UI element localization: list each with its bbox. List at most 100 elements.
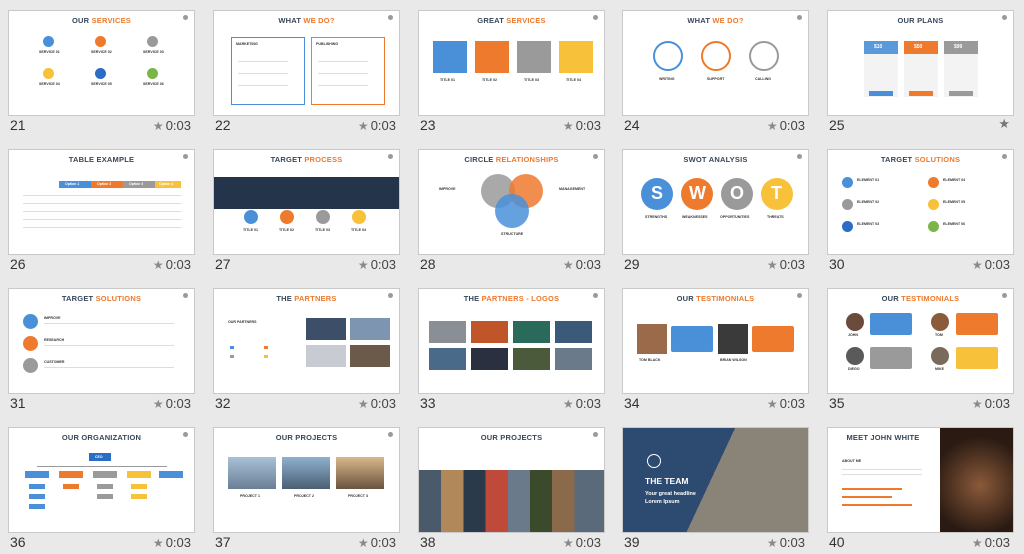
slide-36[interactable]: OUR ORGANIZATION CEO 36 ★ 0:03 bbox=[8, 427, 195, 553]
slide-thumbnail[interactable]: OUR PROJECTS PROJECT 1 PROJECT 2 PROJECT… bbox=[213, 427, 400, 533]
element-label: ELEMENT 06 bbox=[943, 222, 966, 226]
table-row bbox=[23, 203, 181, 204]
slide-thumbnail[interactable]: THE TEAM Your great headline Lorem Ipsum bbox=[622, 427, 809, 533]
slide-thumbnail[interactable]: THE PARTNERS - LOGOS bbox=[418, 288, 605, 394]
team-icon bbox=[647, 454, 661, 468]
slide-26[interactable]: TABLE EXAMPLE Option 1 Option 2 Option 3… bbox=[8, 149, 195, 275]
headline: Your great headline bbox=[645, 491, 696, 497]
slide-thumbnail[interactable]: THE PARTNERS OUR PARTNERS bbox=[213, 288, 400, 394]
slide-thumbnail[interactable]: TARGET SOLUTIONS ELEMENT 01 ELEMENT 02 E… bbox=[827, 149, 1014, 255]
slide-title: WHAT WE DO? bbox=[687, 16, 744, 25]
slide-marker-icon bbox=[183, 293, 188, 298]
text-line bbox=[44, 323, 174, 324]
slide-21[interactable]: OUR SERVICES SERVICE 01 SERVICE 02 SERVI… bbox=[8, 10, 195, 136]
star-icon[interactable]: ★ bbox=[767, 536, 778, 550]
slide-title: OUR PLANS bbox=[897, 16, 944, 25]
icon-label: CALLING bbox=[755, 77, 771, 81]
star-icon[interactable]: ★ bbox=[358, 258, 369, 272]
slide-thumbnail[interactable]: OUR PLANS $10 $50 $99 bbox=[827, 10, 1014, 116]
slide-thumbnail[interactable]: TARGET SOLUTIONS IMPROVE RESEARCH CUSTOM… bbox=[8, 288, 195, 394]
slide-duration: ★ 0:03 bbox=[562, 257, 601, 272]
text-line bbox=[44, 345, 174, 346]
legend-swatch bbox=[230, 355, 234, 358]
table-row bbox=[23, 219, 181, 220]
testimonial-quote bbox=[870, 347, 912, 369]
slide-duration: ★ 0:03 bbox=[971, 535, 1010, 550]
slide-number: 36 bbox=[10, 534, 26, 550]
star-icon[interactable]: ★ bbox=[998, 116, 1010, 132]
star-icon[interactable]: ★ bbox=[972, 536, 983, 550]
star-icon[interactable]: ★ bbox=[972, 258, 983, 272]
slide-thumbnail[interactable]: OUR SERVICES SERVICE 01 SERVICE 02 SERVI… bbox=[8, 10, 195, 116]
slide-thumbnail[interactable]: CIRCLE RELATIONSHIPS IMPROVE MANAGEMENT … bbox=[418, 149, 605, 255]
slide-30[interactable]: TARGET SOLUTIONS ELEMENT 01 ELEMENT 02 E… bbox=[827, 149, 1014, 275]
org-box bbox=[131, 494, 147, 499]
testimonial-name: MIKE bbox=[935, 367, 944, 371]
slide-39[interactable]: THE TEAM Your great headline Lorem Ipsum… bbox=[622, 427, 809, 553]
star-icon[interactable]: ★ bbox=[767, 397, 778, 411]
slide-thumbnail[interactable]: SWOT ANALYSIS S W O T STRENGTHS WEAKNESS… bbox=[622, 149, 809, 255]
star-icon[interactable]: ★ bbox=[358, 536, 369, 550]
slide-40[interactable]: MEET JOHN WHITE ABOUT ME 40 ★ 0:03 bbox=[827, 427, 1014, 553]
star-icon[interactable]: ★ bbox=[153, 119, 164, 133]
slide-28[interactable]: CIRCLE RELATIONSHIPS IMPROVE MANAGEMENT … bbox=[418, 149, 605, 275]
slide-23[interactable]: GREAT SERVICES TITLE 01 TITLE 02 TITLE 0… bbox=[418, 10, 605, 136]
table-row bbox=[23, 227, 181, 228]
slide-thumbnail[interactable]: OUR ORGANIZATION CEO bbox=[8, 427, 195, 533]
star-icon[interactable]: ★ bbox=[153, 536, 164, 550]
profile-photo bbox=[940, 428, 1013, 532]
slide-number: 40 bbox=[829, 534, 845, 550]
slide-33[interactable]: THE PARTNERS - LOGOS 33 ★ 0:03 bbox=[418, 288, 605, 414]
slide-thumbnail[interactable]: WHAT WE DO? WRITING SUPPORT CALLING bbox=[622, 10, 809, 116]
slide-number: 31 bbox=[10, 395, 26, 411]
project-photo bbox=[336, 457, 384, 489]
testimonial-quote bbox=[956, 313, 998, 335]
slide-32[interactable]: THE PARTNERS OUR PARTNERS 32 ★ 0:03 bbox=[213, 288, 400, 414]
slide-22[interactable]: WHAT WE DO? MARKETING PUBLISHING 22 ★ 0:0… bbox=[213, 10, 400, 136]
swot-label: THREATS bbox=[767, 215, 784, 219]
star-icon[interactable]: ★ bbox=[563, 536, 574, 550]
slide-29[interactable]: SWOT ANALYSIS S W O T STRENGTHS WEAKNESS… bbox=[622, 149, 809, 275]
slide-37[interactable]: OUR PROJECTS PROJECT 1 PROJECT 2 PROJECT… bbox=[213, 427, 400, 553]
slide-34[interactable]: OUR TESTIMONIALS TOM BLACK BRIAN WILSON … bbox=[622, 288, 809, 414]
star-icon[interactable]: ★ bbox=[563, 258, 574, 272]
slide-duration: ★ 0:03 bbox=[971, 257, 1010, 272]
service-icon bbox=[95, 68, 106, 79]
slide-thumbnail[interactable]: OUR TESTIMONIALS TOM BLACK BRIAN WILSON bbox=[622, 288, 809, 394]
slide-35[interactable]: OUR TESTIMONIALS JOHN DIEGO TOM MIKE 35 … bbox=[827, 288, 1014, 414]
testimonial-quote bbox=[870, 313, 912, 335]
slide-24[interactable]: WHAT WE DO? WRITING SUPPORT CALLING 24 ★… bbox=[622, 10, 809, 136]
star-icon[interactable]: ★ bbox=[767, 258, 778, 272]
table-row bbox=[23, 195, 181, 196]
slide-thumbnail[interactable]: TABLE EXAMPLE Option 1 Option 2 Option 3… bbox=[8, 149, 195, 255]
slide-marker-icon bbox=[1002, 154, 1007, 159]
slide-31[interactable]: TARGET SOLUTIONS IMPROVE RESEARCH CUSTOM… bbox=[8, 288, 195, 414]
slide-thumbnail[interactable]: OUR TESTIMONIALS JOHN DIEGO TOM MIKE bbox=[827, 288, 1014, 394]
star-icon[interactable]: ★ bbox=[358, 119, 369, 133]
star-icon[interactable]: ★ bbox=[972, 397, 983, 411]
avatar bbox=[931, 313, 949, 331]
star-icon[interactable]: ★ bbox=[563, 397, 574, 411]
star-icon[interactable]: ★ bbox=[153, 258, 164, 272]
slide-27[interactable]: TARGET PROCESS TITLE 01 TITLE 02 TITLE 0… bbox=[213, 149, 400, 275]
slide-marker-icon bbox=[797, 154, 802, 159]
swot-letter: O bbox=[730, 183, 745, 203]
slide-title: OUR PROJECTS bbox=[275, 433, 338, 442]
star-icon[interactable]: ★ bbox=[767, 119, 778, 133]
star-icon[interactable]: ★ bbox=[358, 397, 369, 411]
slide-thumbnail[interactable]: TARGET PROCESS TITLE 01 TITLE 02 TITLE 0… bbox=[213, 149, 400, 255]
slide-title: THE PARTNERS - LOGOS bbox=[463, 294, 560, 303]
slide-25[interactable]: OUR PLANS $10 $50 $99 25 ★ bbox=[827, 10, 1014, 136]
slide-thumbnail[interactable]: GREAT SERVICES TITLE 01 TITLE 02 TITLE 0… bbox=[418, 10, 605, 116]
tile-label: TITLE 03 bbox=[524, 78, 539, 82]
slide-38[interactable]: OUR PROJECTS 38 ★ 0:03 bbox=[418, 427, 605, 553]
slide-thumbnail[interactable]: WHAT WE DO? MARKETING PUBLISHING bbox=[213, 10, 400, 116]
slide-duration: ★ 0:03 bbox=[357, 535, 396, 550]
slide-thumbnail[interactable]: MEET JOHN WHITE ABOUT ME bbox=[827, 427, 1014, 533]
star-icon[interactable]: ★ bbox=[153, 397, 164, 411]
table-row bbox=[23, 211, 181, 212]
slide-thumbnail[interactable]: OUR PROJECTS bbox=[418, 427, 605, 533]
star-icon[interactable]: ★ bbox=[563, 119, 574, 133]
slide-number: 28 bbox=[420, 256, 436, 272]
pencil-icon bbox=[653, 41, 683, 71]
